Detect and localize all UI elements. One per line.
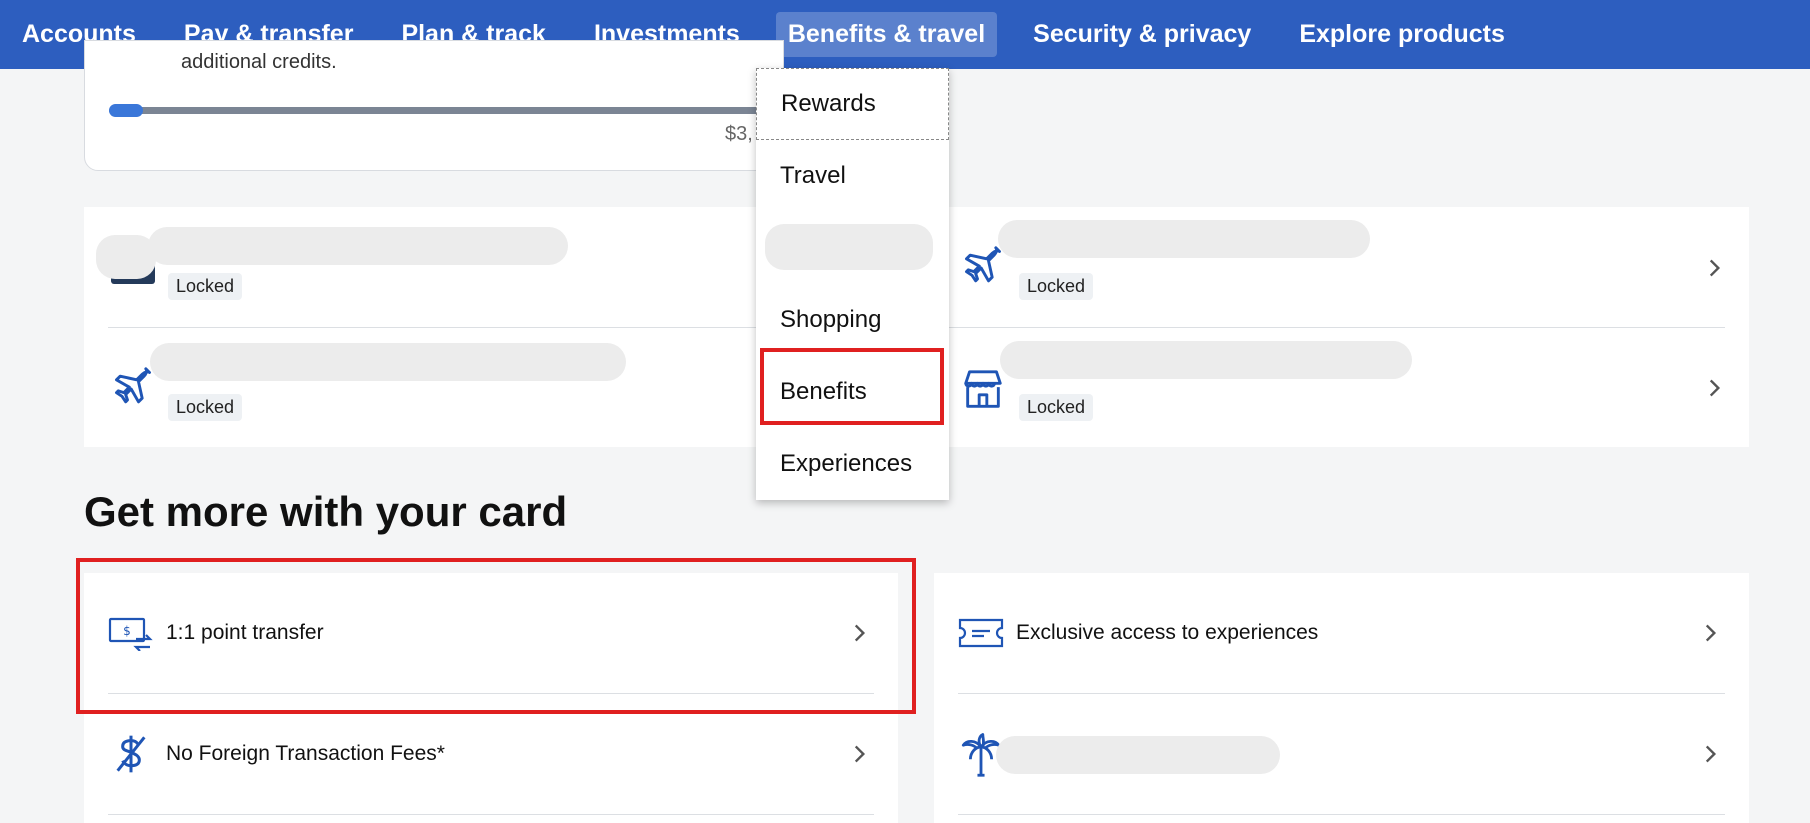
highlight-box-benefits xyxy=(760,348,944,425)
chevron-right-icon[interactable] xyxy=(1697,741,1723,767)
redacted-text xyxy=(1000,341,1412,379)
progress-track xyxy=(109,107,783,114)
progress-caption: additional credits. xyxy=(181,51,337,73)
chevron-right-icon[interactable] xyxy=(846,741,872,767)
benefit-row-redacted[interactable] xyxy=(958,694,1725,815)
redacted-text xyxy=(96,235,156,279)
benefit-label: No Foreign Transaction Fees* xyxy=(166,742,445,765)
chevron-right-icon[interactable] xyxy=(1701,375,1727,401)
locked-badge: Locked xyxy=(168,273,243,300)
chevron-right-icon[interactable] xyxy=(1697,620,1723,646)
locked-badge: Locked xyxy=(1019,394,1094,421)
locked-badge: Locked xyxy=(1019,273,1094,300)
progress-fill xyxy=(109,104,143,117)
ticket-icon xyxy=(958,610,1004,656)
no-dollar-icon xyxy=(108,731,154,777)
redacted-text xyxy=(150,343,626,381)
menu-item-shopping[interactable]: Shopping xyxy=(756,284,949,356)
redacted-text xyxy=(148,227,568,265)
progress-amount: $3, xyxy=(725,123,753,145)
locked-item[interactable] xyxy=(108,207,838,328)
store-icon xyxy=(958,364,1008,414)
menu-item-experiences[interactable]: Experiences xyxy=(756,428,949,500)
airplane-icon xyxy=(958,243,1008,293)
credits-progress-card: additional credits. $3, xyxy=(84,40,784,171)
redacted-text xyxy=(765,224,933,270)
section-title: Get more with your card xyxy=(84,488,568,535)
highlight-box-point-transfer xyxy=(76,558,916,714)
nav-benefits-travel[interactable]: Benefits & travel xyxy=(775,12,998,57)
menu-item-travel[interactable]: Travel xyxy=(756,140,949,212)
airplane-icon xyxy=(108,364,158,414)
get-more-card-right: Exclusive access to experiences xyxy=(934,573,1749,823)
menu-item-rewards[interactable]: Rewards xyxy=(756,68,949,140)
nav-explore-products[interactable]: Explore products xyxy=(1287,12,1517,57)
benefits-travel-dropdown: Rewards Travel Shopping Benefits Experie… xyxy=(756,68,949,500)
benefit-label: Exclusive access to experiences xyxy=(1016,621,1319,644)
locked-badge: Locked xyxy=(168,394,243,421)
nav-security-privacy[interactable]: Security & privacy xyxy=(1021,12,1263,57)
benefit-row-experiences[interactable]: Exclusive access to experiences xyxy=(958,573,1725,694)
chevron-right-icon[interactable] xyxy=(1701,255,1727,281)
redacted-text xyxy=(996,736,1280,774)
redacted-text xyxy=(998,220,1370,258)
